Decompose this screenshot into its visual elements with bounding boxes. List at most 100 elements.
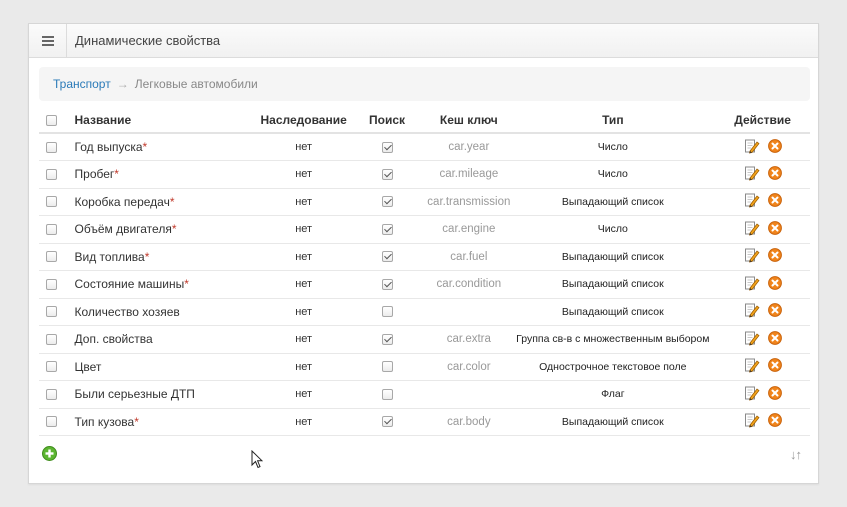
delete-icon[interactable] — [767, 275, 782, 290]
row-select-cell — [39, 325, 65, 354]
row-select-checkbox[interactable] — [46, 388, 58, 400]
property-name[interactable]: Коробка передач — [75, 195, 170, 209]
table-row: Объём двигателя* нет car.engine Число — [39, 215, 810, 244]
table-row: Цвет нет car.color Однострочное текстовое п… — [39, 353, 810, 381]
type-value: Выпадающий список — [510, 408, 716, 436]
type-value: Выпадающий список — [510, 188, 716, 216]
column-header-name[interactable]: Название — [64, 107, 261, 134]
search-cell — [346, 325, 428, 354]
select-all-cell — [39, 107, 65, 134]
row-select-cell — [39, 270, 65, 299]
row-select-checkbox[interactable] — [46, 361, 58, 373]
row-select-cell — [39, 133, 65, 161]
row-select-checkbox[interactable] — [46, 306, 58, 318]
row-select-checkbox[interactable] — [46, 333, 58, 345]
edit-icon[interactable] — [744, 412, 760, 428]
table-row: Были серьезные ДТП нет Флаг — [39, 380, 810, 409]
column-header-cache-key[interactable]: Кеш ключ — [427, 107, 511, 134]
delete-icon[interactable] — [767, 303, 782, 318]
add-property-button[interactable] — [42, 446, 57, 461]
cache-key-value: car.engine — [427, 215, 511, 244]
breadcrumb-link-transport[interactable]: Транспорт — [53, 77, 111, 91]
column-header-type[interactable]: Тип — [510, 107, 716, 134]
delete-icon[interactable] — [767, 165, 782, 180]
property-name[interactable]: Состояние машины — [75, 277, 185, 291]
required-mark: * — [114, 167, 119, 182]
edit-icon[interactable] — [744, 247, 760, 263]
delete-icon[interactable] — [767, 385, 782, 400]
search-checkbox[interactable] — [381, 388, 393, 400]
type-value: Число — [510, 215, 716, 244]
delete-icon[interactable] — [767, 330, 782, 345]
edit-icon[interactable] — [744, 385, 760, 401]
search-checkbox[interactable] — [381, 306, 393, 318]
column-header-inheritance[interactable]: Наследование — [260, 107, 347, 134]
edit-icon[interactable] — [744, 192, 760, 208]
delete-icon[interactable] — [767, 358, 782, 373]
edit-icon[interactable] — [744, 220, 760, 236]
required-mark: * — [169, 194, 175, 209]
search-checkbox[interactable] — [381, 196, 393, 208]
search-checkbox[interactable] — [381, 416, 393, 428]
property-name[interactable]: Были серьезные ДТП — [75, 387, 195, 401]
property-name[interactable]: Доп. свойства — [75, 332, 153, 346]
edit-icon[interactable] — [744, 138, 760, 154]
search-checkbox[interactable] — [381, 361, 393, 373]
actions-cell — [715, 380, 810, 409]
property-name[interactable]: Тип кузова — [75, 415, 135, 429]
delete-icon[interactable] — [767, 413, 782, 428]
menu-button[interactable] — [29, 24, 67, 57]
property-name[interactable]: Цвет — [75, 360, 102, 374]
page-title: Динамические свойства — [75, 33, 221, 48]
property-name[interactable]: Вид топлива — [75, 250, 145, 264]
row-select-checkbox[interactable] — [46, 141, 58, 153]
search-cell — [346, 215, 428, 244]
row-select-checkbox[interactable] — [46, 416, 58, 428]
cache-key-value: car.condition — [427, 270, 511, 299]
row-select-checkbox[interactable] — [46, 251, 58, 263]
edit-icon[interactable] — [744, 275, 760, 291]
breadcrumb: Транспорт → Легковые автомобили — [39, 67, 810, 101]
edit-icon[interactable] — [744, 357, 760, 373]
edit-icon[interactable] — [744, 330, 760, 346]
row-select-checkbox[interactable] — [46, 223, 58, 235]
actions-cell — [715, 408, 810, 436]
type-value: Однострочное текстовое поле — [510, 353, 716, 381]
property-name[interactable]: Год выпуска — [75, 140, 143, 154]
search-checkbox[interactable] — [381, 168, 393, 180]
property-name-cell: Состояние машины* — [64, 270, 261, 299]
property-name[interactable]: Количество хозяев — [75, 305, 180, 319]
search-cell — [346, 270, 428, 299]
type-value: Число — [510, 133, 716, 161]
search-checkbox[interactable] — [381, 251, 393, 263]
table-row: Вид топлива* нет car.fuel Выпадающий список — [39, 243, 810, 271]
search-checkbox[interactable] — [381, 141, 393, 153]
type-value: Выпадающий список — [510, 270, 716, 299]
search-cell — [346, 380, 428, 409]
cache-key-value — [427, 298, 511, 326]
delete-icon[interactable] — [767, 193, 782, 208]
delete-icon[interactable] — [767, 220, 782, 235]
search-cell — [346, 298, 428, 326]
delete-icon[interactable] — [767, 248, 782, 263]
actions-cell — [715, 160, 810, 189]
inheritance-value: нет — [260, 408, 347, 436]
delete-icon[interactable] — [767, 138, 782, 153]
edit-icon[interactable] — [744, 165, 760, 181]
property-name[interactable]: Объём двигателя — [75, 222, 172, 236]
row-select-checkbox[interactable] — [46, 168, 58, 180]
select-all-checkbox[interactable] — [46, 114, 58, 126]
search-checkbox[interactable] — [381, 278, 393, 290]
search-checkbox[interactable] — [381, 333, 393, 345]
row-select-checkbox[interactable] — [46, 278, 58, 290]
sort-icon[interactable]: ↓↑ — [790, 447, 802, 462]
search-checkbox[interactable] — [381, 223, 393, 235]
row-select-checkbox[interactable] — [46, 196, 58, 208]
inheritance-value: нет — [260, 133, 347, 161]
property-name-cell: Пробег* — [64, 160, 261, 189]
type-value: Выпадающий список — [510, 298, 716, 326]
edit-icon[interactable] — [744, 302, 760, 318]
column-header-search[interactable]: Поиск — [346, 107, 428, 134]
mouse-cursor-icon — [251, 449, 264, 469]
property-name[interactable]: Пробег — [75, 167, 115, 181]
